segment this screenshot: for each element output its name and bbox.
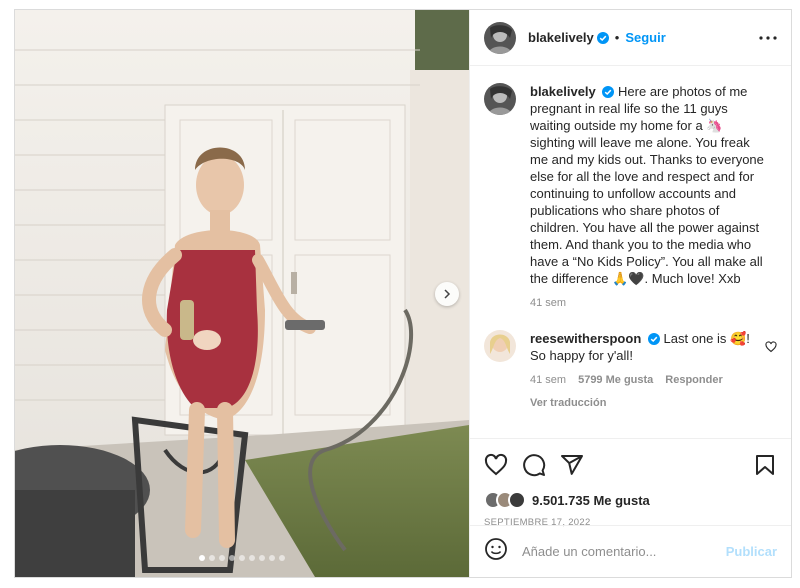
comment-likes[interactable]: 5799 Me gusta bbox=[578, 372, 653, 389]
likes-row: 9.501.735 Me gusta bbox=[484, 489, 777, 511]
carousel-dot bbox=[239, 555, 245, 561]
action-icons bbox=[484, 447, 777, 487]
carousel-dot bbox=[199, 555, 205, 561]
post-photo[interactable] bbox=[15, 10, 469, 577]
verified-badge-icon bbox=[602, 86, 615, 98]
comment-icon[interactable] bbox=[522, 453, 546, 482]
caption-username[interactable]: blakelively bbox=[530, 84, 596, 99]
more-options-icon[interactable] bbox=[759, 35, 777, 40]
add-comment-bar: Publicar bbox=[470, 525, 791, 577]
instagram-post: blakelively • Seguir blakelively Here ar… bbox=[14, 9, 792, 578]
comments-section[interactable]: blakelively Here are photos of me pregna… bbox=[470, 67, 791, 438]
liker-avatar bbox=[508, 491, 526, 509]
comment-text-block: reesewitherspoon Last one is 🥰! So happy… bbox=[530, 330, 765, 412]
heart-icon[interactable] bbox=[484, 453, 508, 482]
carousel-dot bbox=[219, 555, 225, 561]
carousel-dots bbox=[15, 555, 469, 561]
comment-input[interactable] bbox=[522, 544, 726, 559]
follow-button[interactable]: Seguir bbox=[625, 30, 665, 45]
carousel-dot bbox=[249, 555, 255, 561]
carousel-next-button[interactable] bbox=[435, 282, 459, 306]
comment-meta: 41 sem 5799 Me gusta Responder bbox=[530, 372, 765, 389]
caption-meta: 41 sem bbox=[530, 295, 766, 312]
post-side-panel: blakelively • Seguir blakelively Here ar… bbox=[469, 10, 791, 577]
comment-username[interactable]: reesewitherspoon bbox=[530, 331, 641, 346]
caption-text: Here are photos of me pregnant in real l… bbox=[530, 84, 764, 286]
carousel-dot bbox=[209, 555, 215, 561]
publish-button[interactable]: Publicar bbox=[726, 544, 777, 559]
post-username[interactable]: blakelively bbox=[528, 30, 594, 45]
likes-count[interactable]: 9.501.735 Me gusta bbox=[532, 493, 650, 508]
avatar[interactable] bbox=[484, 330, 516, 362]
verified-badge-icon bbox=[647, 333, 660, 345]
share-icon[interactable] bbox=[560, 453, 584, 482]
carousel-dot bbox=[279, 555, 285, 561]
carousel-dot bbox=[259, 555, 265, 561]
reply-button[interactable]: Responder bbox=[665, 372, 722, 389]
verified-badge-icon bbox=[596, 31, 609, 44]
caption-row: blakelively Here are photos of me pregna… bbox=[484, 83, 777, 312]
emoji-icon[interactable] bbox=[484, 537, 508, 566]
chevron-right-icon bbox=[444, 289, 451, 299]
comment-time[interactable]: 41 sem bbox=[530, 372, 566, 389]
comment-row: reesewitherspoon Last one is 🥰! So happy… bbox=[484, 330, 777, 412]
see-translation-link[interactable]: Ver traducción bbox=[530, 395, 765, 412]
separator: • bbox=[614, 30, 620, 45]
avatar[interactable] bbox=[484, 21, 516, 54]
comment-like-heart-icon[interactable] bbox=[765, 340, 777, 358]
bookmark-icon[interactable] bbox=[753, 453, 777, 482]
post-image bbox=[15, 10, 469, 577]
carousel-dot bbox=[229, 555, 235, 561]
carousel-dot bbox=[269, 555, 275, 561]
post-header: blakelively • Seguir bbox=[470, 10, 791, 66]
caption-text-block: blakelively Here are photos of me pregna… bbox=[530, 83, 766, 312]
avatar[interactable] bbox=[484, 83, 516, 115]
caption-time[interactable]: 41 sem bbox=[530, 295, 566, 312]
